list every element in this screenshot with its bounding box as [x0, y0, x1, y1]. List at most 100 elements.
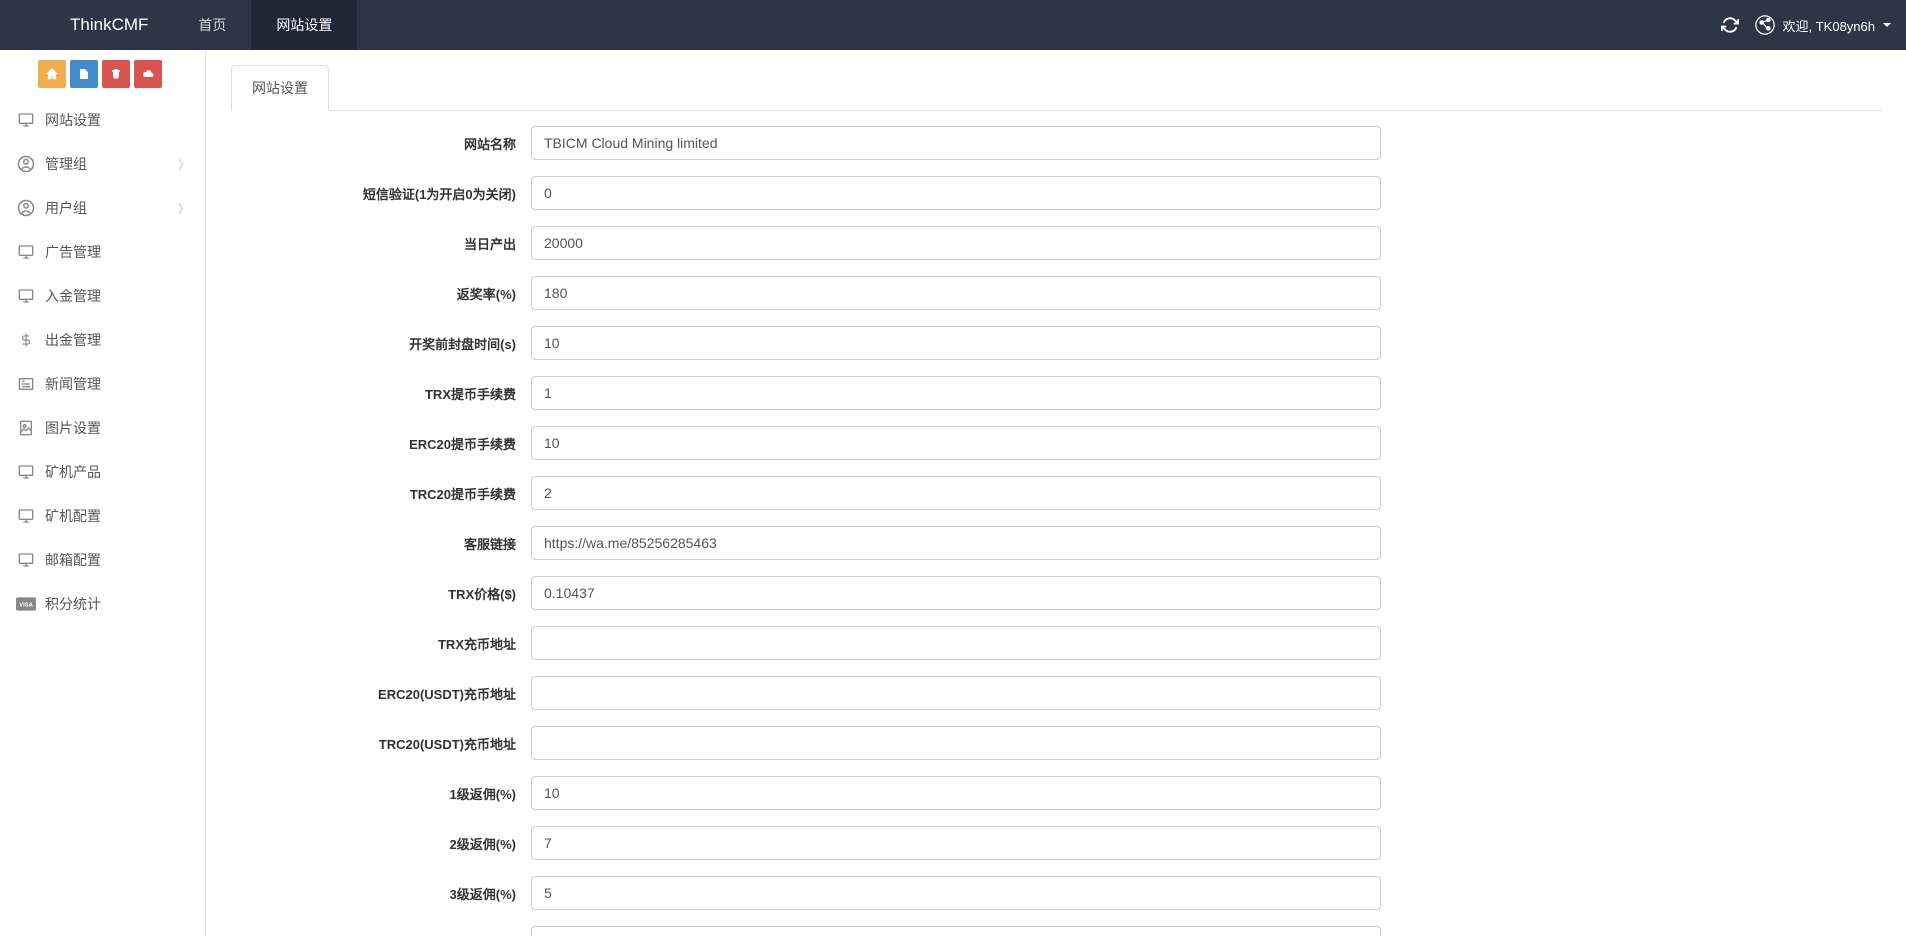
form-label: 客服链接: [231, 534, 531, 553]
sidebar-item-0[interactable]: 网站设置: [0, 98, 205, 142]
form-label: ERC20提币手续费: [231, 434, 531, 453]
sidebar-label: 管理组: [45, 154, 178, 174]
form-input-2[interactable]: [531, 226, 1381, 260]
form-input-8[interactable]: [531, 526, 1381, 560]
image-icon: [15, 419, 37, 437]
nav-item-1[interactable]: 网站设置: [251, 0, 357, 50]
sidebar-item-3[interactable]: 广告管理: [0, 230, 205, 274]
user-dropdown[interactable]: 欢迎, TK08yn6h: [1755, 15, 1892, 35]
form-row-0: 网站名称: [231, 126, 1881, 160]
form-row-13: 1级返佣(%): [231, 776, 1881, 810]
sidebar-item-4[interactable]: 入金管理: [0, 274, 205, 318]
form-input-14[interactable]: [531, 826, 1381, 860]
form-label: 2级返佣(%): [231, 834, 531, 853]
sidebar-item-9[interactable]: 矿机配置: [0, 494, 205, 538]
form-input-3[interactable]: [531, 276, 1381, 310]
form-label: TRC20提币手续费: [231, 484, 531, 503]
nav-item-0[interactable]: 首页: [173, 0, 251, 50]
form-label: 当日产出: [231, 234, 531, 253]
brand: ThinkCMF: [0, 15, 173, 35]
form-label: ERC20(USDT)充币地址: [231, 684, 531, 703]
form-label: TRX价格($): [231, 584, 531, 603]
form-row-16: 4级返佣(%): [231, 926, 1881, 936]
form-input-13[interactable]: [531, 776, 1381, 810]
form-input-11[interactable]: [531, 676, 1381, 710]
form-row-7: TRC20提币手续费: [231, 476, 1881, 510]
form-row-1: 短信验证(1为开启0为关闭): [231, 176, 1881, 210]
sidebar-label: 出金管理: [45, 330, 190, 350]
form-row-11: ERC20(USDT)充币地址: [231, 676, 1881, 710]
top-nav: ThinkCMF 首页网站设置 欢迎, TK08yn6h: [0, 0, 1906, 50]
visa-icon: VISA: [15, 595, 37, 613]
sidebar-label: 矿机配置: [45, 506, 190, 526]
share-icon: [1755, 15, 1775, 35]
dollar-icon: [15, 331, 37, 349]
trash-icon[interactable]: [102, 60, 130, 88]
form-label: 开奖前封盘时间(s): [231, 334, 531, 353]
form-input-6[interactable]: [531, 426, 1381, 460]
form-input-4[interactable]: [531, 326, 1381, 360]
form-row-12: TRC20(USDT)充币地址: [231, 726, 1881, 760]
sidebar-label: 用户组: [45, 198, 178, 218]
sidebar-item-8[interactable]: 矿机产品: [0, 450, 205, 494]
form-row-2: 当日产出: [231, 226, 1881, 260]
form-row-5: TRX提币手续费: [231, 376, 1881, 410]
form-input-1[interactable]: [531, 176, 1381, 210]
form-label: 1级返佣(%): [231, 784, 531, 803]
form-label: TRC20(USDT)充币地址: [231, 734, 531, 753]
sidebar-item-2[interactable]: 用户组〉: [0, 186, 205, 230]
form-input-7[interactable]: [531, 476, 1381, 510]
sidebar-item-6[interactable]: 新闻管理: [0, 362, 205, 406]
sidebar-label: 新闻管理: [45, 374, 190, 394]
news-icon: [15, 375, 37, 393]
refresh-icon[interactable]: [1720, 15, 1740, 35]
form-input-15[interactable]: [531, 876, 1381, 910]
display-icon: [15, 243, 37, 261]
form-label: 短信验证(1为开启0为关闭): [231, 184, 531, 203]
sidebar-label: 矿机产品: [45, 462, 190, 482]
sidebar-label: 网站设置: [45, 110, 190, 130]
display-icon: [15, 463, 37, 481]
form-row-4: 开奖前封盘时间(s): [231, 326, 1881, 360]
sidebar-label: 广告管理: [45, 242, 190, 262]
form-input-10[interactable]: [531, 626, 1381, 660]
file-icon[interactable]: [70, 60, 98, 88]
form-row-9: TRX价格($): [231, 576, 1881, 610]
cloud-icon[interactable]: [134, 60, 162, 88]
sidebar-item-7[interactable]: 图片设置: [0, 406, 205, 450]
form-input-0[interactable]: [531, 126, 1381, 160]
user-icon: [15, 199, 37, 217]
form-input-9[interactable]: [531, 576, 1381, 610]
form-label: 返奖率(%): [231, 284, 531, 303]
caret-down-icon: [1883, 23, 1891, 27]
home-icon[interactable]: [38, 60, 66, 88]
user-icon: [15, 155, 37, 173]
form-label: TRX提币手续费: [231, 384, 531, 403]
form-row-15: 3级返佣(%): [231, 876, 1881, 910]
form-row-8: 客服链接: [231, 526, 1881, 560]
sidebar-item-1[interactable]: 管理组〉: [0, 142, 205, 186]
main-content: 网站设置 网站名称短信验证(1为开启0为关闭) 当日产出返奖率(%) 开奖前封盘时间…: [206, 50, 1906, 936]
form-label: TRX充币地址: [231, 634, 531, 653]
form-label: 3级返佣(%): [231, 884, 531, 903]
form-row-10: TRX充币地址: [231, 626, 1881, 660]
form-input-5[interactable]: [531, 376, 1381, 410]
tab-0[interactable]: 网站设置: [231, 65, 329, 111]
sidebar: 网站设置管理组〉用户组〉广告管理入金管理出金管理新闻管理图片设置矿机产品矿机配置…: [0, 50, 206, 936]
form-row-14: 2级返佣(%): [231, 826, 1881, 860]
form-row-6: ERC20提币手续费: [231, 426, 1881, 460]
sidebar-label: 邮箱配置: [45, 550, 190, 570]
display-icon: [15, 287, 37, 305]
sidebar-item-11[interactable]: VISA 积分统计: [0, 582, 205, 626]
display-icon: [15, 507, 37, 525]
display-icon: [15, 111, 37, 129]
form-input-12[interactable]: [531, 726, 1381, 760]
svg-text:VISA: VISA: [19, 603, 33, 609]
sidebar-label: 积分统计: [45, 594, 190, 614]
chevron-right-icon: 〉: [178, 200, 190, 217]
form-row-3: 返奖率(%): [231, 276, 1881, 310]
sidebar-label: 图片设置: [45, 418, 190, 438]
form-input-16[interactable]: [531, 926, 1381, 936]
sidebar-item-10[interactable]: 邮箱配置: [0, 538, 205, 582]
sidebar-item-5[interactable]: 出金管理: [0, 318, 205, 362]
